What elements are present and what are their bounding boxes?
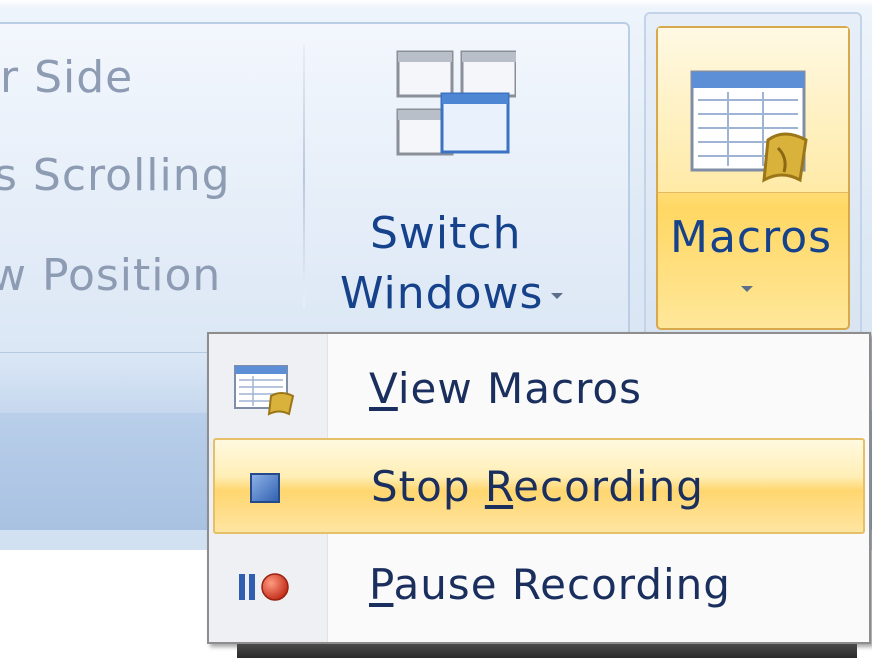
switch-windows-label-line2: Windows [340,268,564,319]
menu-item-stop-recording-label: Stop Recording [371,462,704,511]
menu-item-pause-recording[interactable]: Pause Recording [213,538,865,634]
accelerator-key: V [369,364,398,413]
pause-recording-icon [239,573,289,601]
menu-item-view-macros-label: View Macros [369,364,642,413]
synchronous-scrolling-label: s Scrolling [0,150,231,201]
switch-windows-label-text: Windows [340,268,544,319]
label-prefix: Stop [371,462,485,511]
menu-item-pause-recording-label: Pause Recording [369,560,731,609]
chevron-down-icon [551,293,564,299]
macros-button[interactable]: Macros [656,26,850,330]
view-side-by-side-button[interactable]: r Side [0,52,133,103]
menu-item-stop-recording[interactable]: Stop Recording [213,438,865,534]
label-suffix: ecording [513,462,704,511]
macros-dropdown-menu: View Macros Stop Recording Pause Recordi… [207,332,871,644]
accelerator-key: P [369,560,394,609]
group-separator [303,44,305,308]
accelerator-key: R [484,462,514,511]
macros-icon [690,70,808,183]
view-side-by-side-label: r Side [0,52,134,103]
reset-window-position-label: w Position [0,250,222,301]
switch-windows-icon [396,50,516,156]
reset-window-position-button[interactable]: w Position [0,250,221,301]
switch-windows-button[interactable]: Switch Windows [318,40,614,330]
synchronous-scrolling-button[interactable]: s Scrolling [0,150,231,201]
label-suffix: ause Recording [393,560,731,609]
macros-label: Macros [670,212,833,263]
switch-windows-label-line1: Switch [370,208,522,259]
label-suffix: iew Macros [397,364,643,413]
background-window-edge [237,644,857,658]
chevron-down-icon [741,286,753,292]
menu-item-view-macros[interactable]: View Macros [213,342,865,438]
view-macros-icon [234,365,295,416]
stop-recording-icon [250,473,280,503]
